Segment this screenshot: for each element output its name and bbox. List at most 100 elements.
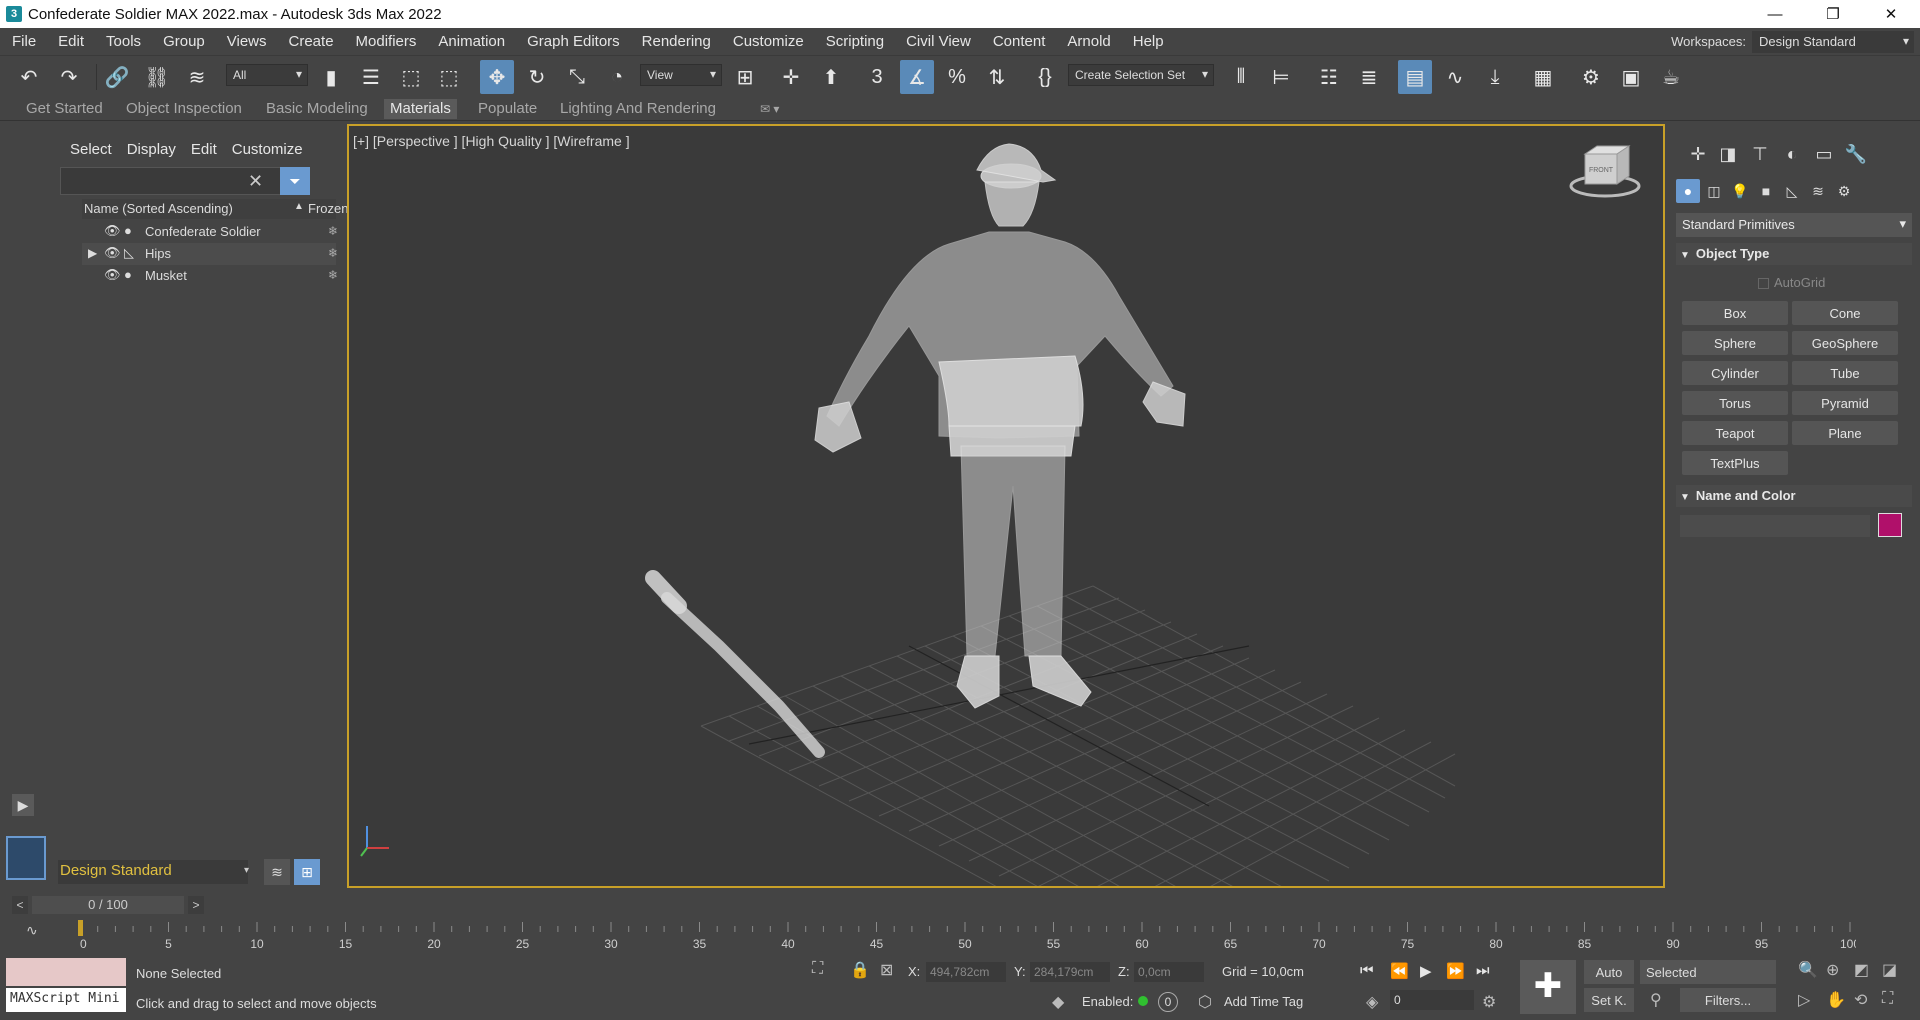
key-mode-icon[interactable]: ⚲ bbox=[1650, 990, 1662, 1010]
pyramid-button[interactable]: Pyramid bbox=[1792, 391, 1898, 415]
window-crossing-icon[interactable]: ⬚ bbox=[432, 60, 466, 94]
toggle-ribbon-icon[interactable]: ▤ bbox=[1398, 60, 1432, 94]
name-and-color-rollout[interactable]: ▼ Name and Color bbox=[1676, 485, 1912, 507]
key-mode-toggle-icon[interactable]: ◈ bbox=[1366, 992, 1378, 1012]
systems-category-icon[interactable]: ⚙ bbox=[1832, 179, 1856, 203]
maxscript-output[interactable] bbox=[6, 958, 126, 986]
tab-basic-modeling[interactable]: Basic Modeling bbox=[260, 99, 374, 119]
clear-search-icon[interactable]: ✕ bbox=[248, 171, 263, 192]
x-coordinate-field[interactable]: 494,782cm bbox=[926, 962, 1006, 982]
viewport-layout-preview[interactable] bbox=[6, 836, 46, 880]
ribbon-options-icon[interactable]: ✉ ▾ bbox=[754, 99, 785, 119]
edit-named-selection-icon[interactable]: {} bbox=[1028, 60, 1062, 94]
select-place-icon[interactable]: ◔ bbox=[600, 60, 634, 94]
add-time-tag[interactable]: Add Time Tag bbox=[1224, 994, 1303, 1009]
enabled-count[interactable]: 0 bbox=[1158, 992, 1178, 1012]
menu-file[interactable]: File bbox=[0, 28, 47, 55]
isolate-selection-icon[interactable]: ⛶ bbox=[812, 960, 823, 978]
percent-snap-icon[interactable]: % bbox=[940, 60, 974, 94]
geosphere-button[interactable]: GeoSphere bbox=[1792, 331, 1898, 355]
textplus-button[interactable]: TextPlus bbox=[1682, 451, 1788, 475]
scene-explorer-toggle-icon[interactable]: ☷ bbox=[1312, 60, 1346, 94]
pan-view-icon[interactable]: ✋ bbox=[1826, 990, 1846, 1010]
go-to-start-icon[interactable]: ⏮ bbox=[1360, 962, 1374, 979]
menu-views[interactable]: Views bbox=[216, 28, 278, 55]
align-icon[interactable]: ⊨ bbox=[1264, 60, 1298, 94]
menu-modifiers[interactable]: Modifiers bbox=[345, 28, 428, 55]
menu-group[interactable]: Group bbox=[152, 28, 216, 55]
time-slider-thumb[interactable]: 0 / 100 bbox=[32, 896, 184, 914]
render-production-icon[interactable]: ☕ bbox=[1654, 60, 1688, 94]
plane-button[interactable]: Plane bbox=[1792, 421, 1898, 445]
expand-icon[interactable]: ▶ bbox=[88, 246, 97, 260]
maxscript-listener[interactable]: MAXScript Mini bbox=[6, 958, 126, 1014]
cylinder-button[interactable]: Cylinder bbox=[1682, 361, 1788, 385]
menu-scripting[interactable]: Scripting bbox=[815, 28, 895, 55]
zoom-extents-all-icon[interactable]: ◪ bbox=[1882, 960, 1897, 980]
explorer-tab-customize[interactable]: Customize bbox=[229, 133, 315, 167]
explorer-row[interactable]: 👁 ● Musket ❄ bbox=[82, 265, 338, 287]
rect-selection-icon[interactable]: ⬚ bbox=[394, 60, 428, 94]
explorer-workspace-select[interactable]: Design Standard bbox=[58, 860, 248, 884]
maximize-viewport-icon[interactable]: ⛶ bbox=[1882, 990, 1893, 1008]
eye-icon[interactable]: 👁 bbox=[104, 267, 121, 283]
key-filters-button[interactable]: Filters... bbox=[1680, 988, 1776, 1012]
next-frame-button[interactable]: > bbox=[188, 896, 204, 914]
unlink-icon[interactable]: ⛓ bbox=[140, 60, 174, 94]
maxscript-mini-input[interactable]: MAXScript Mini bbox=[6, 988, 126, 1012]
torus-button[interactable]: Torus bbox=[1682, 391, 1788, 415]
current-frame-field[interactable]: 0 bbox=[1390, 990, 1474, 1010]
selection-filter-select[interactable]: All bbox=[226, 64, 308, 86]
named-selection-set-select[interactable]: Create Selection Set bbox=[1068, 64, 1214, 86]
set-key-button[interactable]: Set K. bbox=[1584, 988, 1634, 1012]
confederate-soldier-mesh[interactable] bbox=[814, 143, 1186, 709]
layer-explorer-icon[interactable]: ≋ bbox=[264, 859, 290, 885]
set-key-icon[interactable]: ✚ bbox=[1520, 960, 1576, 1014]
time-tag-icon[interactable]: ⬡ bbox=[1198, 992, 1212, 1012]
spinner-snap-icon[interactable]: ⇅ bbox=[980, 60, 1014, 94]
explorer-tab-select[interactable]: Select bbox=[52, 133, 124, 167]
zoom-icon[interactable]: 🔍 bbox=[1798, 960, 1818, 980]
play-icon[interactable]: ▶ bbox=[1420, 962, 1432, 980]
menu-rendering[interactable]: Rendering bbox=[631, 28, 722, 55]
select-move-icon[interactable]: ✥ bbox=[480, 60, 514, 94]
current-frame-marker[interactable] bbox=[78, 920, 83, 936]
tab-materials[interactable]: Materials bbox=[384, 99, 457, 119]
explorer-row[interactable]: 👁 ● Confederate Soldier ❄ bbox=[82, 221, 338, 243]
musket-mesh[interactable] bbox=[645, 570, 825, 758]
tab-get-started[interactable]: Get Started bbox=[20, 99, 109, 119]
autogrid-checkbox[interactable] bbox=[1758, 278, 1769, 289]
tab-populate[interactable]: Populate bbox=[472, 99, 543, 119]
render-setup-icon[interactable]: ⚙ bbox=[1574, 60, 1608, 94]
menu-edit[interactable]: Edit bbox=[47, 28, 95, 55]
rendered-frame-window-icon[interactable]: ▣ bbox=[1614, 60, 1648, 94]
minimize-button[interactable]: — bbox=[1746, 0, 1804, 28]
teapot-button[interactable]: Teapot bbox=[1682, 421, 1788, 445]
helpers-category-icon[interactable]: ◺ bbox=[1780, 179, 1804, 203]
reference-coordinate-select[interactable]: View bbox=[640, 64, 722, 86]
shapes-category-icon[interactable]: ◫ bbox=[1702, 179, 1726, 203]
zoom-extents-icon[interactable]: ◩ bbox=[1854, 960, 1869, 980]
next-key-icon[interactable]: ⏩ bbox=[1446, 962, 1465, 980]
cone-button[interactable]: Cone bbox=[1792, 301, 1898, 325]
freeze-icon[interactable]: ❄ bbox=[328, 268, 338, 282]
eye-icon[interactable]: 👁 bbox=[104, 245, 121, 261]
column-frozen[interactable]: Frozen bbox=[308, 201, 348, 216]
bind-space-warp-icon[interactable]: ≋ bbox=[180, 60, 214, 94]
layer-explorer-icon[interactable]: ≣ bbox=[1352, 60, 1386, 94]
previous-frame-button[interactable]: < bbox=[12, 896, 28, 914]
primitive-category-select[interactable]: Standard Primitives bbox=[1676, 213, 1912, 237]
motion-tab-icon[interactable]: ◐ bbox=[1778, 141, 1806, 167]
tab-object-inspection[interactable]: Object Inspection bbox=[120, 99, 248, 119]
mirror-icon[interactable]: ⫴ bbox=[1224, 60, 1258, 94]
cameras-category-icon[interactable]: ■ bbox=[1754, 179, 1778, 203]
menu-arnold[interactable]: Arnold bbox=[1056, 28, 1121, 55]
mini-curve-editor-icon[interactable]: ∿ bbox=[26, 922, 38, 939]
menu-create[interactable]: Create bbox=[278, 28, 345, 55]
orbit-icon[interactable]: ⟲ bbox=[1854, 990, 1867, 1010]
explorer-tab-edit[interactable]: Edit bbox=[188, 133, 229, 167]
absolute-mode-icon[interactable]: ⊠ bbox=[880, 960, 893, 980]
menu-tools[interactable]: Tools bbox=[95, 28, 152, 55]
column-name[interactable]: Name (Sorted Ascending) bbox=[84, 201, 233, 216]
select-rotate-icon[interactable]: ↻ bbox=[520, 60, 554, 94]
